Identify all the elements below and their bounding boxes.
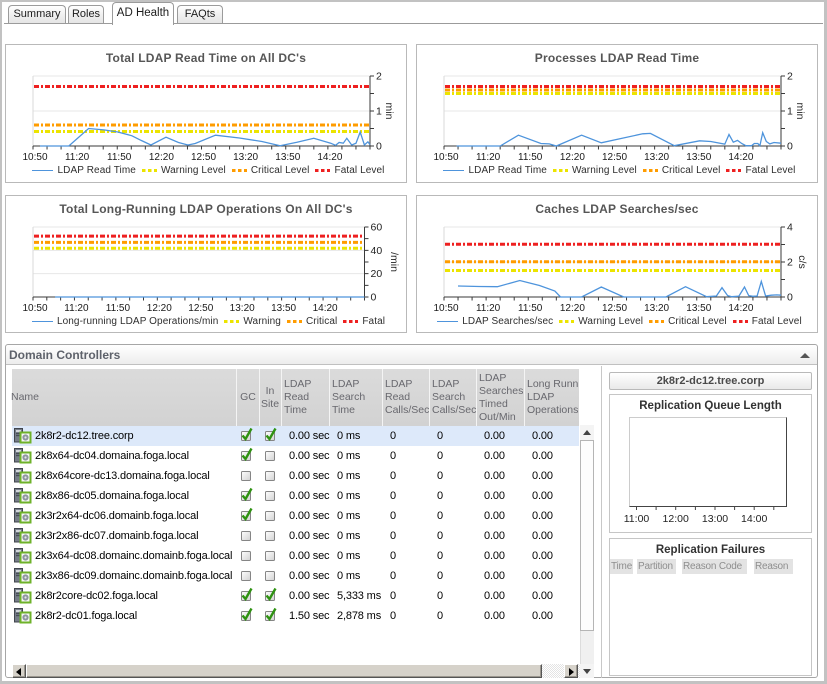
svg-text:14:20: 14:20 — [313, 303, 338, 314]
svg-text:11:00: 11:00 — [624, 513, 650, 525]
svg-text:10:50: 10:50 — [433, 152, 458, 163]
svg-text:13:50: 13:50 — [686, 303, 711, 314]
svg-text:14:20: 14:20 — [728, 303, 753, 314]
svg-text:0: 0 — [376, 141, 382, 153]
svg-text:11:50: 11:50 — [106, 303, 131, 314]
svg-text:11:50: 11:50 — [107, 152, 132, 163]
svg-text:2: 2 — [376, 71, 382, 83]
svg-text:0: 0 — [787, 141, 793, 153]
svg-text:10:50: 10:50 — [22, 303, 47, 314]
svg-text:4: 4 — [787, 222, 793, 234]
svg-text:40: 40 — [371, 245, 383, 257]
svg-text:10:50: 10:50 — [433, 303, 458, 314]
svg-text:12:20: 12:20 — [560, 303, 585, 314]
svg-text:60: 60 — [371, 222, 383, 234]
svg-text:11:50: 11:50 — [518, 303, 543, 314]
svg-text:12:50: 12:50 — [191, 152, 216, 163]
svg-text:/min: /min — [388, 252, 400, 272]
svg-text:11:20: 11:20 — [64, 303, 89, 314]
svg-text:2: 2 — [787, 71, 793, 83]
svg-text:12:20: 12:20 — [147, 303, 172, 314]
svg-text:12:00: 12:00 — [663, 513, 689, 525]
svg-text:13:20: 13:20 — [644, 303, 669, 314]
svg-text:12:20: 12:20 — [149, 152, 174, 163]
svg-text:11:20: 11:20 — [476, 152, 501, 163]
svg-text:20: 20 — [371, 268, 383, 280]
svg-text:1: 1 — [787, 106, 793, 118]
svg-text:11:20: 11:20 — [65, 152, 90, 163]
svg-text:c/s: c/s — [796, 255, 808, 268]
svg-text:13:20: 13:20 — [644, 152, 669, 163]
svg-text:12:20: 12:20 — [560, 152, 585, 163]
svg-text:13:20: 13:20 — [230, 303, 255, 314]
svg-text:11:50: 11:50 — [518, 152, 543, 163]
svg-text:11:20: 11:20 — [476, 303, 501, 314]
svg-text:13:50: 13:50 — [686, 152, 711, 163]
svg-text:0: 0 — [787, 292, 793, 304]
svg-text:10:50: 10:50 — [22, 152, 47, 163]
svg-text:13:20: 13:20 — [233, 152, 258, 163]
svg-text:14:00: 14:00 — [741, 513, 767, 525]
svg-text:12:50: 12:50 — [602, 303, 627, 314]
svg-text:12:50: 12:50 — [188, 303, 213, 314]
svg-text:13:50: 13:50 — [271, 303, 296, 314]
svg-text:0: 0 — [371, 292, 377, 304]
svg-text:min: min — [794, 103, 806, 120]
svg-text:1: 1 — [376, 106, 382, 118]
svg-text:13:50: 13:50 — [275, 152, 300, 163]
svg-text:min: min — [383, 103, 395, 120]
svg-text:14:20: 14:20 — [728, 152, 753, 163]
svg-text:12:50: 12:50 — [602, 152, 627, 163]
svg-text:13:00: 13:00 — [702, 513, 728, 525]
svg-text:2: 2 — [787, 257, 793, 269]
svg-text:14:20: 14:20 — [317, 152, 342, 163]
